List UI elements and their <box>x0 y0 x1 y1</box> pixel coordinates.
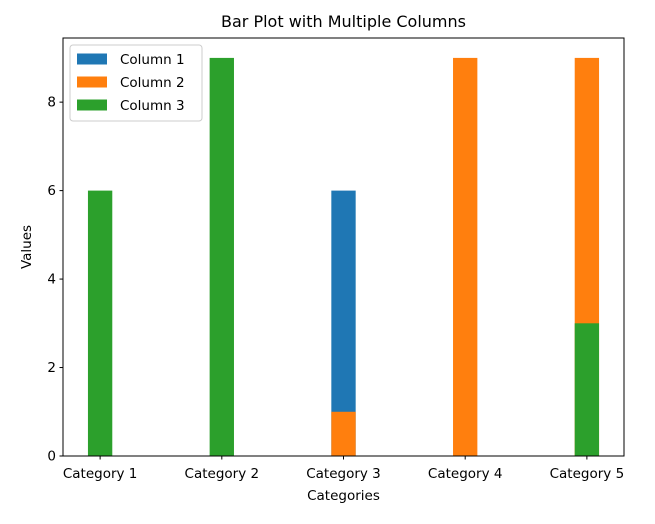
legend-label: Column 1 <box>120 52 185 68</box>
bar-column-2-category-3 <box>331 411 356 456</box>
y-tick-label: 2 <box>47 360 56 376</box>
y-tick-label: 6 <box>47 183 56 199</box>
x-axis: Category 1 Category 2 Category 3 Category 4… <box>63 456 624 482</box>
chart-title: Bar Plot with Multiple Columns <box>221 12 466 31</box>
legend: Column 1 Column 2 Column 3 <box>69 44 203 122</box>
y-axis: 0 2 4 6 8 <box>47 95 63 465</box>
bar-column-2-category-4 <box>453 57 478 457</box>
bar-column-3-category-1 <box>87 190 113 456</box>
legend-label: Column 2 <box>120 75 185 91</box>
bar-column-3-category-5 <box>574 323 600 456</box>
y-tick-label: 0 <box>47 449 56 465</box>
bar-column-3-category-2 <box>209 57 234 457</box>
x-tick-label: Category 2 <box>185 466 260 482</box>
legend-label: Column 3 <box>120 98 185 114</box>
x-axis-label: Categories <box>307 488 380 504</box>
x-tick-label: Category 4 <box>428 466 503 482</box>
legend-swatch <box>77 76 107 88</box>
x-tick-label: Category 5 <box>550 466 625 482</box>
legend-swatch <box>77 53 107 65</box>
legend-swatch <box>77 99 107 111</box>
x-tick-label: Category 1 <box>63 466 138 482</box>
x-tick-label: Category 3 <box>306 466 381 482</box>
y-tick-label: 8 <box>47 95 56 111</box>
y-axis-label: Values <box>19 225 35 269</box>
y-tick-label: 4 <box>47 272 56 288</box>
bar-chart: Bar Plot with Multiple Columns 0 2 4 6 8 Cat… <box>19 12 625 504</box>
